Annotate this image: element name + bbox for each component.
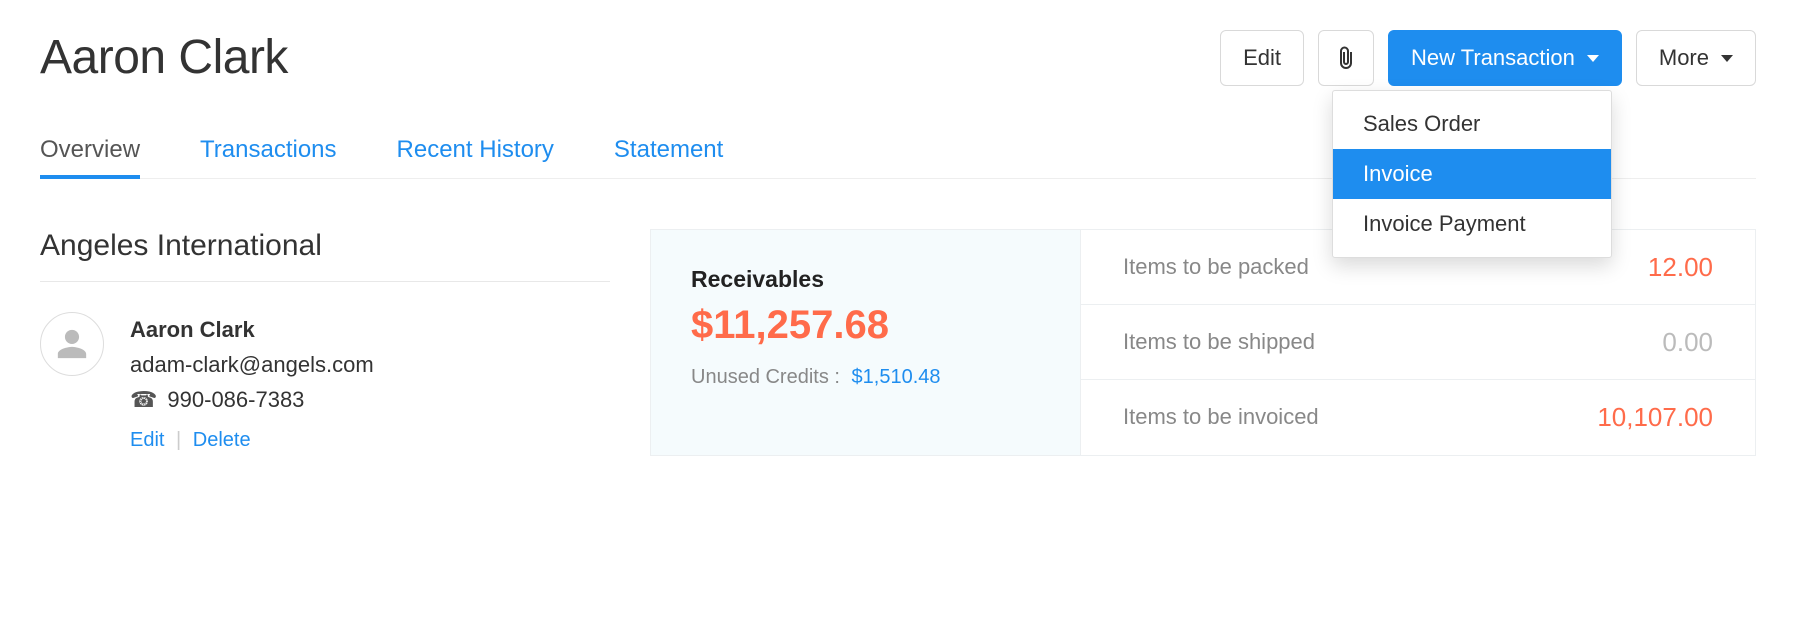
dropdown-item-invoice-payment[interactable]: Invoice Payment [1333,199,1611,249]
phone-icon: ☎ [130,382,157,417]
contact-delete-link[interactable]: Delete [193,429,251,451]
new-transaction-button[interactable]: New Transaction [1388,30,1622,86]
edit-button[interactable]: Edit [1220,30,1304,86]
stat-value: 0.00 [1662,327,1713,358]
receivables-title: Receivables [691,266,1040,293]
caret-down-icon [1721,55,1733,62]
overview-right: Receivables $11,257.68 Unused Credits : … [650,229,1756,456]
company-name: Angeles International [40,229,610,282]
new-transaction-dropdown: Sales Order Invoice Invoice Payment [1332,90,1612,258]
more-label: More [1659,45,1709,71]
receivables-amount: $11,257.68 [691,303,1040,348]
stat-row: Items to be shipped 0.00 [1081,305,1755,380]
dropdown-item-sales-order[interactable]: Sales Order [1333,99,1611,149]
stat-label: Items to be invoiced [1123,404,1319,430]
tab-overview[interactable]: Overview [40,136,140,178]
separator: | [176,429,181,451]
new-transaction-label: New Transaction [1411,45,1575,71]
stat-label: Items to be shipped [1123,329,1315,355]
person-icon [55,327,89,361]
stat-value: 12.00 [1648,252,1713,283]
more-button[interactable]: More [1636,30,1756,86]
unused-credits-value: $1,510.48 [852,366,941,388]
contact-phone: 990-086-7383 [167,382,304,417]
paperclip-icon [1337,45,1355,71]
overview-left: Angeles International Aaron Clark adam-c… [40,229,650,456]
stat-value: 10,107.00 [1597,402,1713,433]
stat-row: Items to be invoiced 10,107.00 [1081,380,1755,454]
stat-label: Items to be packed [1123,254,1309,280]
contact-name: Aaron Clark [130,312,374,347]
tab-statement[interactable]: Statement [614,136,723,178]
header-actions: Edit New Transaction More Sales Order In… [1220,30,1756,86]
dropdown-item-invoice[interactable]: Invoice [1333,149,1611,199]
page-title: Aaron Clark [40,30,288,85]
tab-transactions[interactable]: Transactions [200,136,337,178]
attachment-button[interactable] [1318,30,1374,86]
receivables-panel: Receivables $11,257.68 Unused Credits : … [651,230,1081,455]
avatar [40,312,104,376]
contact-edit-link[interactable]: Edit [130,429,164,451]
caret-down-icon [1587,55,1599,62]
stats-panel: Items to be packed 12.00 Items to be shi… [1081,230,1755,455]
unused-credits-label: Unused Credits : [691,366,840,388]
contact-email: adam-clark@angels.com [130,347,374,382]
tab-recent-history[interactable]: Recent History [397,136,554,178]
